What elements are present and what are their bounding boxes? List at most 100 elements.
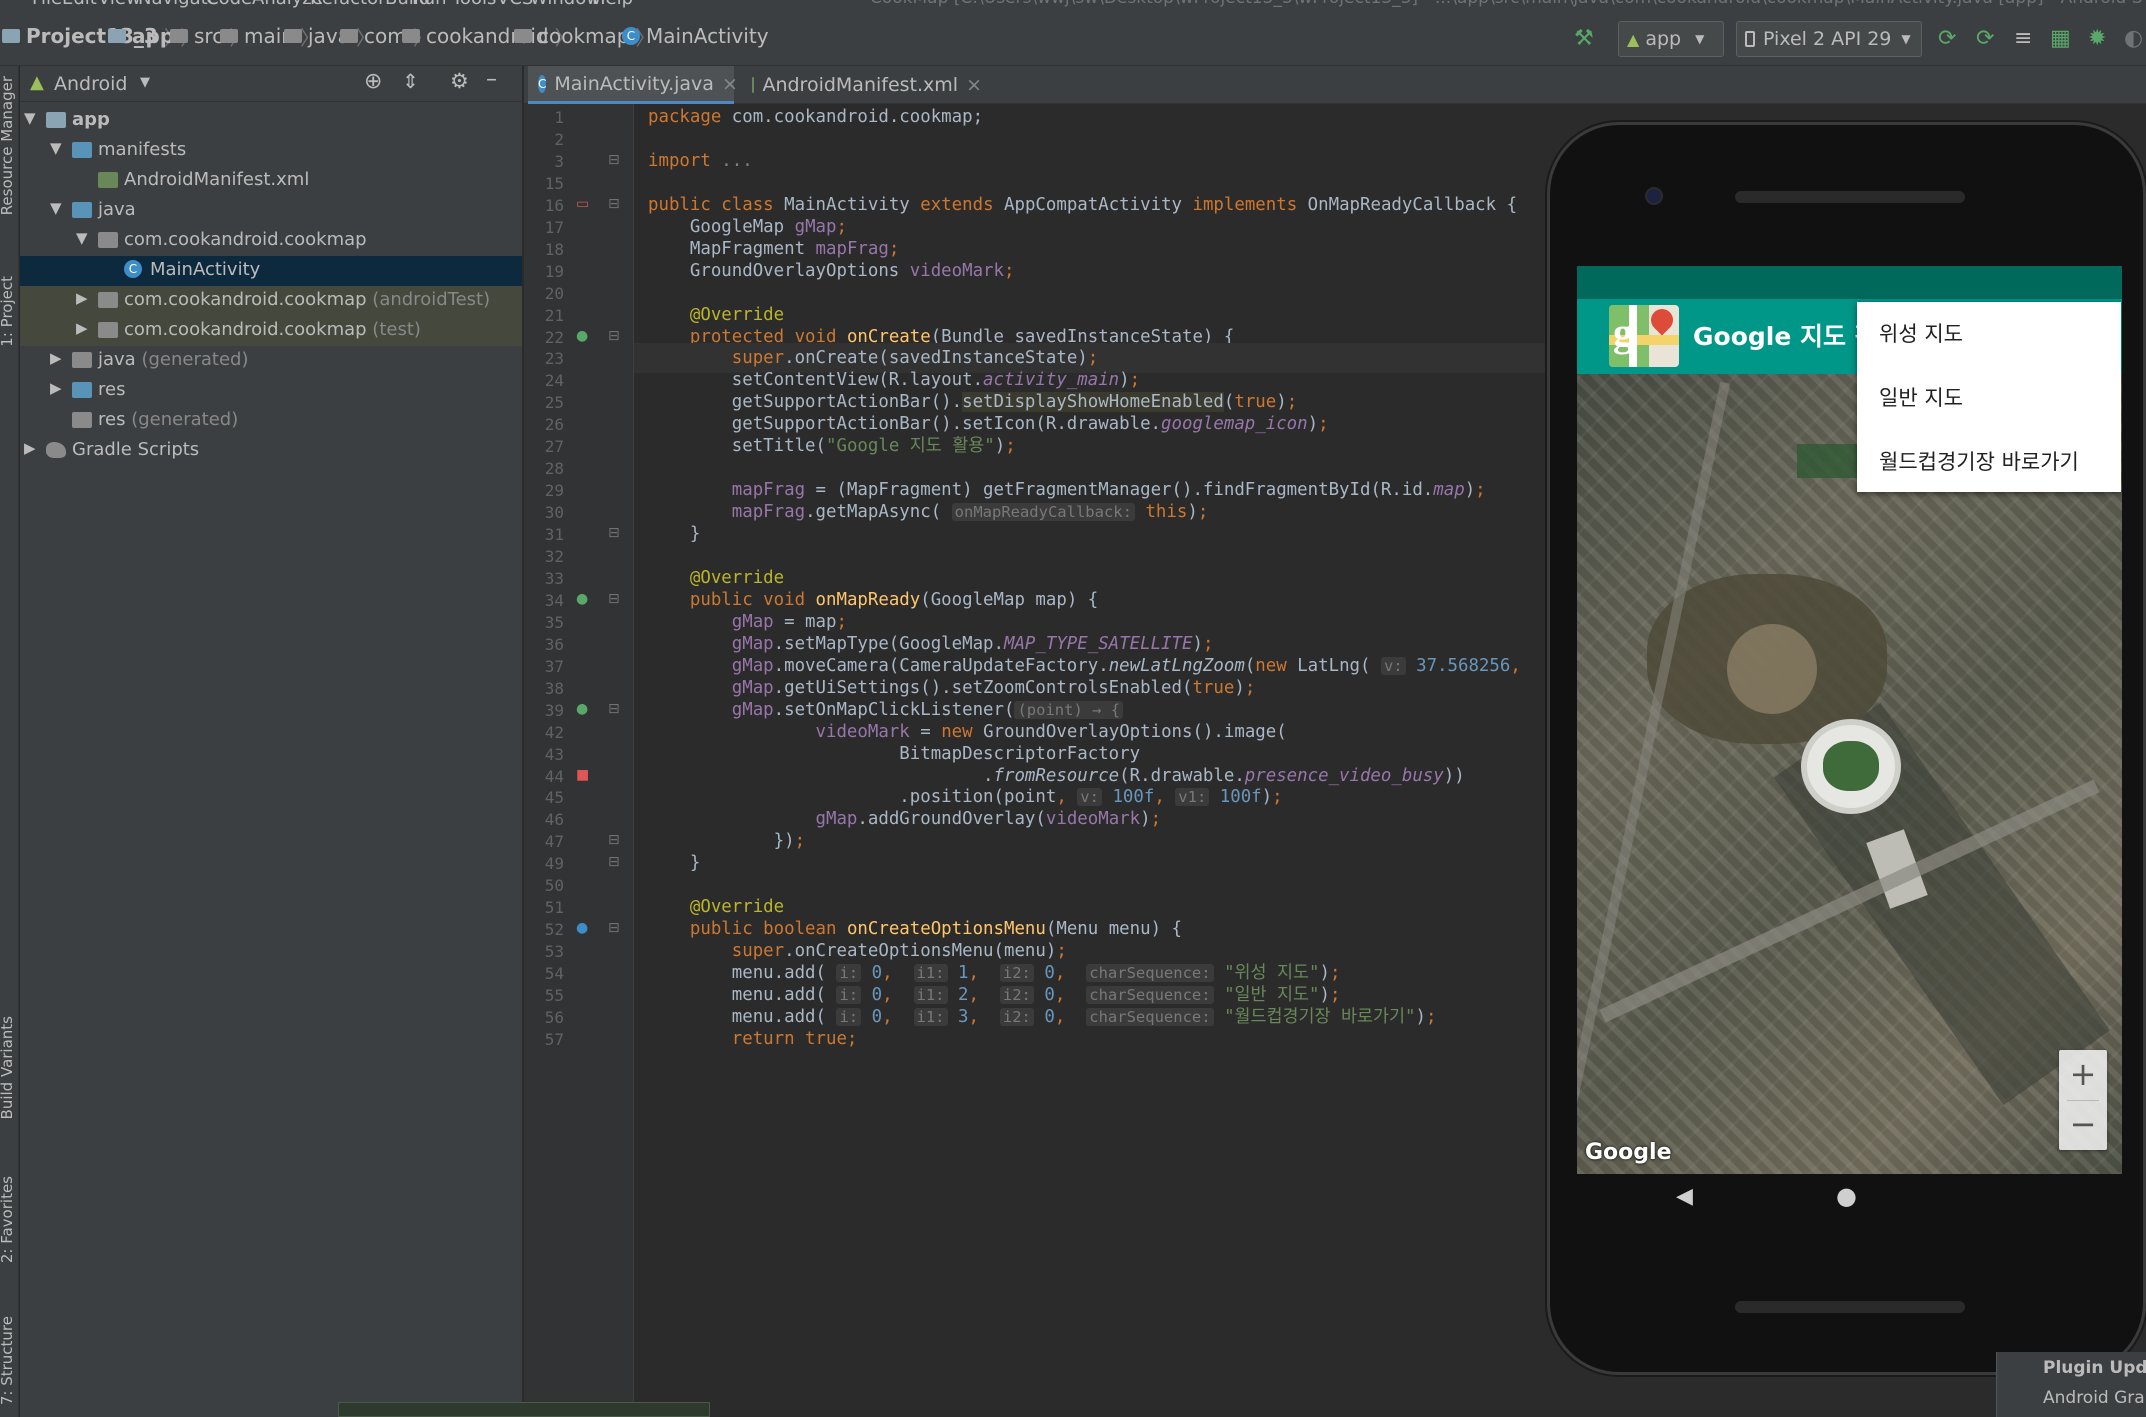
run-config-dropdown[interactable]: ▲ app ▼ [1618, 21, 1724, 57]
collapsed-arrow-icon[interactable]: ▶ [50, 349, 62, 367]
back-button[interactable]: ◀ [1676, 1184, 1693, 1209]
menu-item-worldcup-stadium[interactable]: 월드컵경기장 바로가기 [1879, 446, 2079, 476]
run-icon[interactable]: ⟳ [1938, 27, 1956, 51]
tree-item-app[interactable]: ▼ app [20, 106, 522, 136]
tree-item-mainactivity[interactable]: C MainActivity [20, 256, 522, 286]
breadcrumb-mainactivity[interactable]: C MainActivity [622, 21, 769, 51]
breadcrumb-label: app [132, 24, 175, 48]
collapsed-arrow-icon[interactable]: ▶ [76, 319, 88, 337]
tree-item-name: AndroidManifest.xml [124, 169, 310, 190]
project-view-selector[interactable]: Android [54, 73, 127, 95]
menu-run[interactable]: Run [412, 0, 447, 8]
profile-icon[interactable]: ◐ [2124, 27, 2143, 51]
tree-item-com-cookandroid-cookmap[interactable]: ▼ com.cookandroid.cookmap [20, 226, 522, 256]
override-icon[interactable]: ● [576, 920, 588, 936]
tree-item-label: Gradle Scripts [72, 439, 199, 460]
fold-icon[interactable]: ⊟ [608, 196, 620, 212]
satellite-map[interactable]: + − Google [1577, 374, 2122, 1174]
tree-item-name: res [98, 379, 126, 400]
fold-icon[interactable]: ⊟ [608, 920, 620, 936]
zoom-out-button[interactable]: − [2059, 1100, 2107, 1150]
fold-icon[interactable]: ⊟ [608, 525, 620, 541]
fold-icon[interactable]: ⊟ [608, 328, 620, 344]
collapsed-arrow-icon[interactable]: ▶ [24, 439, 36, 457]
tool-window-tab-3[interactable]: 2: Favorites [0, 1176, 16, 1263]
collapse-icon[interactable]: ⇕ [402, 69, 419, 93]
tree-item-java[interactable]: ▼ java [20, 196, 522, 226]
debug-icon[interactable]: ✹ [2088, 27, 2106, 51]
device-screen[interactable]: g Google 지도 활용 + − Google 위성 지도 일반 지도 월드… [1577, 266, 2122, 1174]
override-icon[interactable]: ● [576, 701, 588, 717]
zoom-in-button[interactable]: + [2059, 1050, 2107, 1100]
tree-item-manifests[interactable]: ▼ manifests [20, 136, 522, 166]
expanded-arrow-icon[interactable]: ▼ [50, 199, 62, 217]
module-folder-icon [2, 29, 20, 43]
tool-window-tab-1[interactable]: 1: Project [0, 276, 16, 347]
expanded-arrow-icon[interactable]: ▼ [50, 139, 62, 157]
menu-edit[interactable]: Edit [62, 0, 97, 8]
vc-icon[interactable]: ▭ [576, 196, 589, 212]
menu-help[interactable]: Help [592, 0, 633, 8]
earpiece-speaker [1735, 191, 1965, 203]
tab-mainactivity[interactable]: C MainActivity.java × [528, 66, 738, 104]
code-token: 100f [1209, 787, 1262, 808]
tree-item-androidmanifest-xml[interactable]: AndroidManifest.xml [20, 166, 522, 196]
device-dropdown[interactable]: Pixel 2 API 29 ▼ [1736, 21, 1922, 57]
manifest-file-icon [98, 172, 118, 188]
tree-item-res[interactable]: ▶ res [20, 376, 522, 406]
line-number: 39 [544, 700, 564, 720]
fold-icon[interactable]: ⊟ [608, 854, 620, 870]
tree-item-java-generated[interactable]: ▶ java (generated) [20, 346, 522, 376]
menu-item-normal-map[interactable]: 일반 지도 [1879, 382, 1963, 412]
tree-item-res-generated[interactable]: res (generated) [20, 406, 522, 436]
breakpoint-video-icon[interactable]: ■ [576, 767, 589, 783]
fold-icon[interactable]: ⊟ [608, 701, 620, 717]
menu-code[interactable]: Code [206, 0, 252, 8]
breadcrumb-label: cookmap [538, 24, 630, 48]
fold-icon[interactable]: ⊟ [608, 832, 620, 848]
tool-window-tab-4[interactable]: 7: Structure [0, 1316, 16, 1405]
menu-window[interactable]: Window [530, 0, 601, 8]
fold-icon[interactable]: ⊟ [608, 591, 620, 607]
menu-tools[interactable]: Tools [452, 0, 496, 8]
chevron-down-icon[interactable]: ▼ [140, 75, 150, 90]
close-icon[interactable]: × [722, 73, 738, 95]
fold-icon[interactable]: ⊟ [608, 152, 620, 168]
tool-window-tab-0[interactable]: Resource Manager [0, 76, 16, 215]
expanded-arrow-icon[interactable]: ▼ [76, 229, 88, 247]
coverage-icon[interactable]: ▦ [2050, 27, 2071, 51]
tree-item-label: MainActivity [150, 259, 260, 280]
code-line: GroundOverlayOptions videoMark; [648, 256, 1015, 286]
menu-item-satellite-map[interactable]: 위성 지도 [1879, 318, 1963, 348]
tree-item-com-cookandroid-cookmap-test[interactable]: ▶ com.cookandroid.cookmap (test) [20, 316, 522, 346]
menu-file[interactable]: File [32, 0, 62, 8]
class-icon: C [124, 260, 142, 278]
tab-label: MainActivity.java [554, 72, 714, 95]
home-button[interactable]: ● [1836, 1182, 1857, 1210]
menu-view[interactable]: View [98, 0, 141, 8]
code-token: map [1433, 480, 1465, 501]
expanded-arrow-icon[interactable]: ▼ [24, 109, 36, 127]
menu-refactor[interactable]: Refactor [310, 0, 386, 8]
code-token: ; [1150, 809, 1162, 830]
collapsed-arrow-icon[interactable]: ▶ [76, 289, 88, 307]
tree-item-gradle-scripts[interactable]: ▶ Gradle Scripts [20, 436, 522, 466]
menu-vcs[interactable]: VCS [497, 0, 533, 8]
apply-changes-icon[interactable]: ⟳ [1976, 27, 1994, 51]
minimize-icon[interactable]: – [486, 67, 497, 92]
package-icon [98, 322, 118, 338]
override-icon[interactable]: ● [576, 591, 588, 607]
code-token: } [648, 853, 701, 874]
apply-code-changes-icon[interactable]: ≡ [2014, 27, 2032, 51]
tool-window-tab-2[interactable]: Build Variants [0, 1016, 16, 1119]
gear-icon[interactable]: ⚙ [450, 69, 469, 93]
notification-balloon[interactable]: Plugin Upda Android Gra [1996, 1352, 2146, 1417]
package-icon [514, 29, 532, 43]
locate-icon[interactable]: ⊕ [364, 69, 382, 94]
close-icon[interactable]: × [966, 74, 982, 96]
hammer-icon[interactable]: ⚒ [1574, 26, 1594, 51]
override-icon[interactable]: ● [576, 328, 588, 344]
tab-androidmanifest[interactable]: AndroidManifest.xml × [742, 66, 982, 104]
tree-item-com-cookandroid-cookmap-androidtest[interactable]: ▶ com.cookandroid.cookmap (androidTest) [20, 286, 522, 316]
collapsed-arrow-icon[interactable]: ▶ [50, 379, 62, 397]
